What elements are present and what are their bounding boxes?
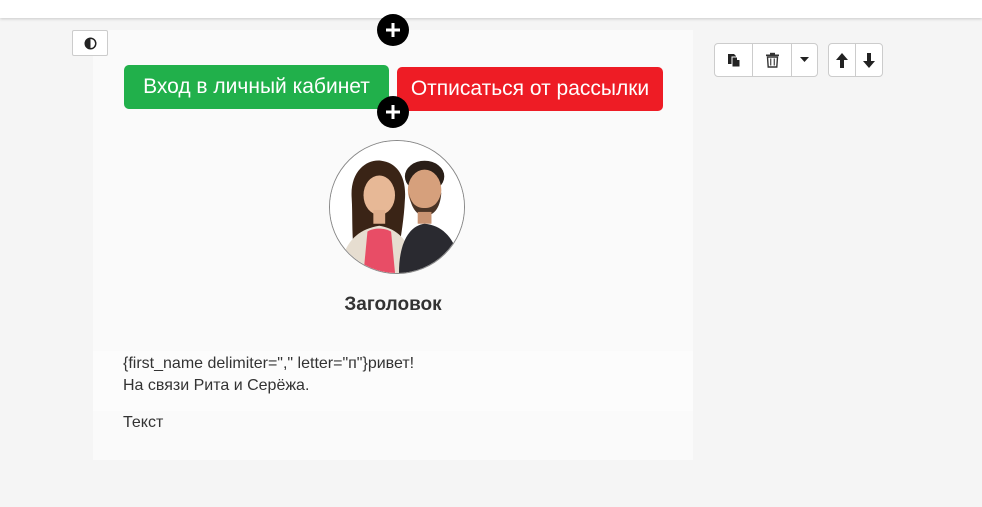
- move-up-button[interactable]: [829, 44, 856, 76]
- contrast-toggle-button[interactable]: [72, 30, 108, 56]
- body-text: Текст: [123, 414, 164, 431]
- intro-line: На связи Рита и Серёжа.: [123, 377, 310, 394]
- unsubscribe-button[interactable]: Отписаться от рассылки: [397, 67, 663, 111]
- add-block-button-top[interactable]: [377, 14, 409, 46]
- copy-icon: [727, 54, 741, 68]
- block-edit-toolbar: [714, 43, 818, 77]
- plus-icon: [386, 23, 400, 37]
- plus-icon: [386, 105, 400, 119]
- block-options-dropdown[interactable]: [792, 44, 817, 76]
- arrow-down-icon: [862, 52, 875, 68]
- avatar-photo: [329, 140, 465, 274]
- delete-block-button[interactable]: [753, 44, 793, 76]
- copy-block-button[interactable]: [715, 44, 754, 76]
- avatar-illustration: [330, 141, 464, 273]
- login-button[interactable]: Вход в личный кабинет: [124, 65, 389, 109]
- greeting-line: {first_name delimiter="," letter="п"}рив…: [123, 355, 415, 372]
- contrast-icon: [83, 36, 97, 50]
- add-block-button-middle[interactable]: [377, 96, 409, 128]
- top-bar: [0, 0, 982, 18]
- arrow-up-icon: [835, 52, 848, 68]
- email-heading: Заголовок: [344, 294, 442, 315]
- block-move-toolbar: [828, 43, 883, 77]
- caret-down-icon: [800, 57, 810, 62]
- trash-icon: [765, 52, 779, 68]
- move-down-button[interactable]: [856, 44, 882, 76]
